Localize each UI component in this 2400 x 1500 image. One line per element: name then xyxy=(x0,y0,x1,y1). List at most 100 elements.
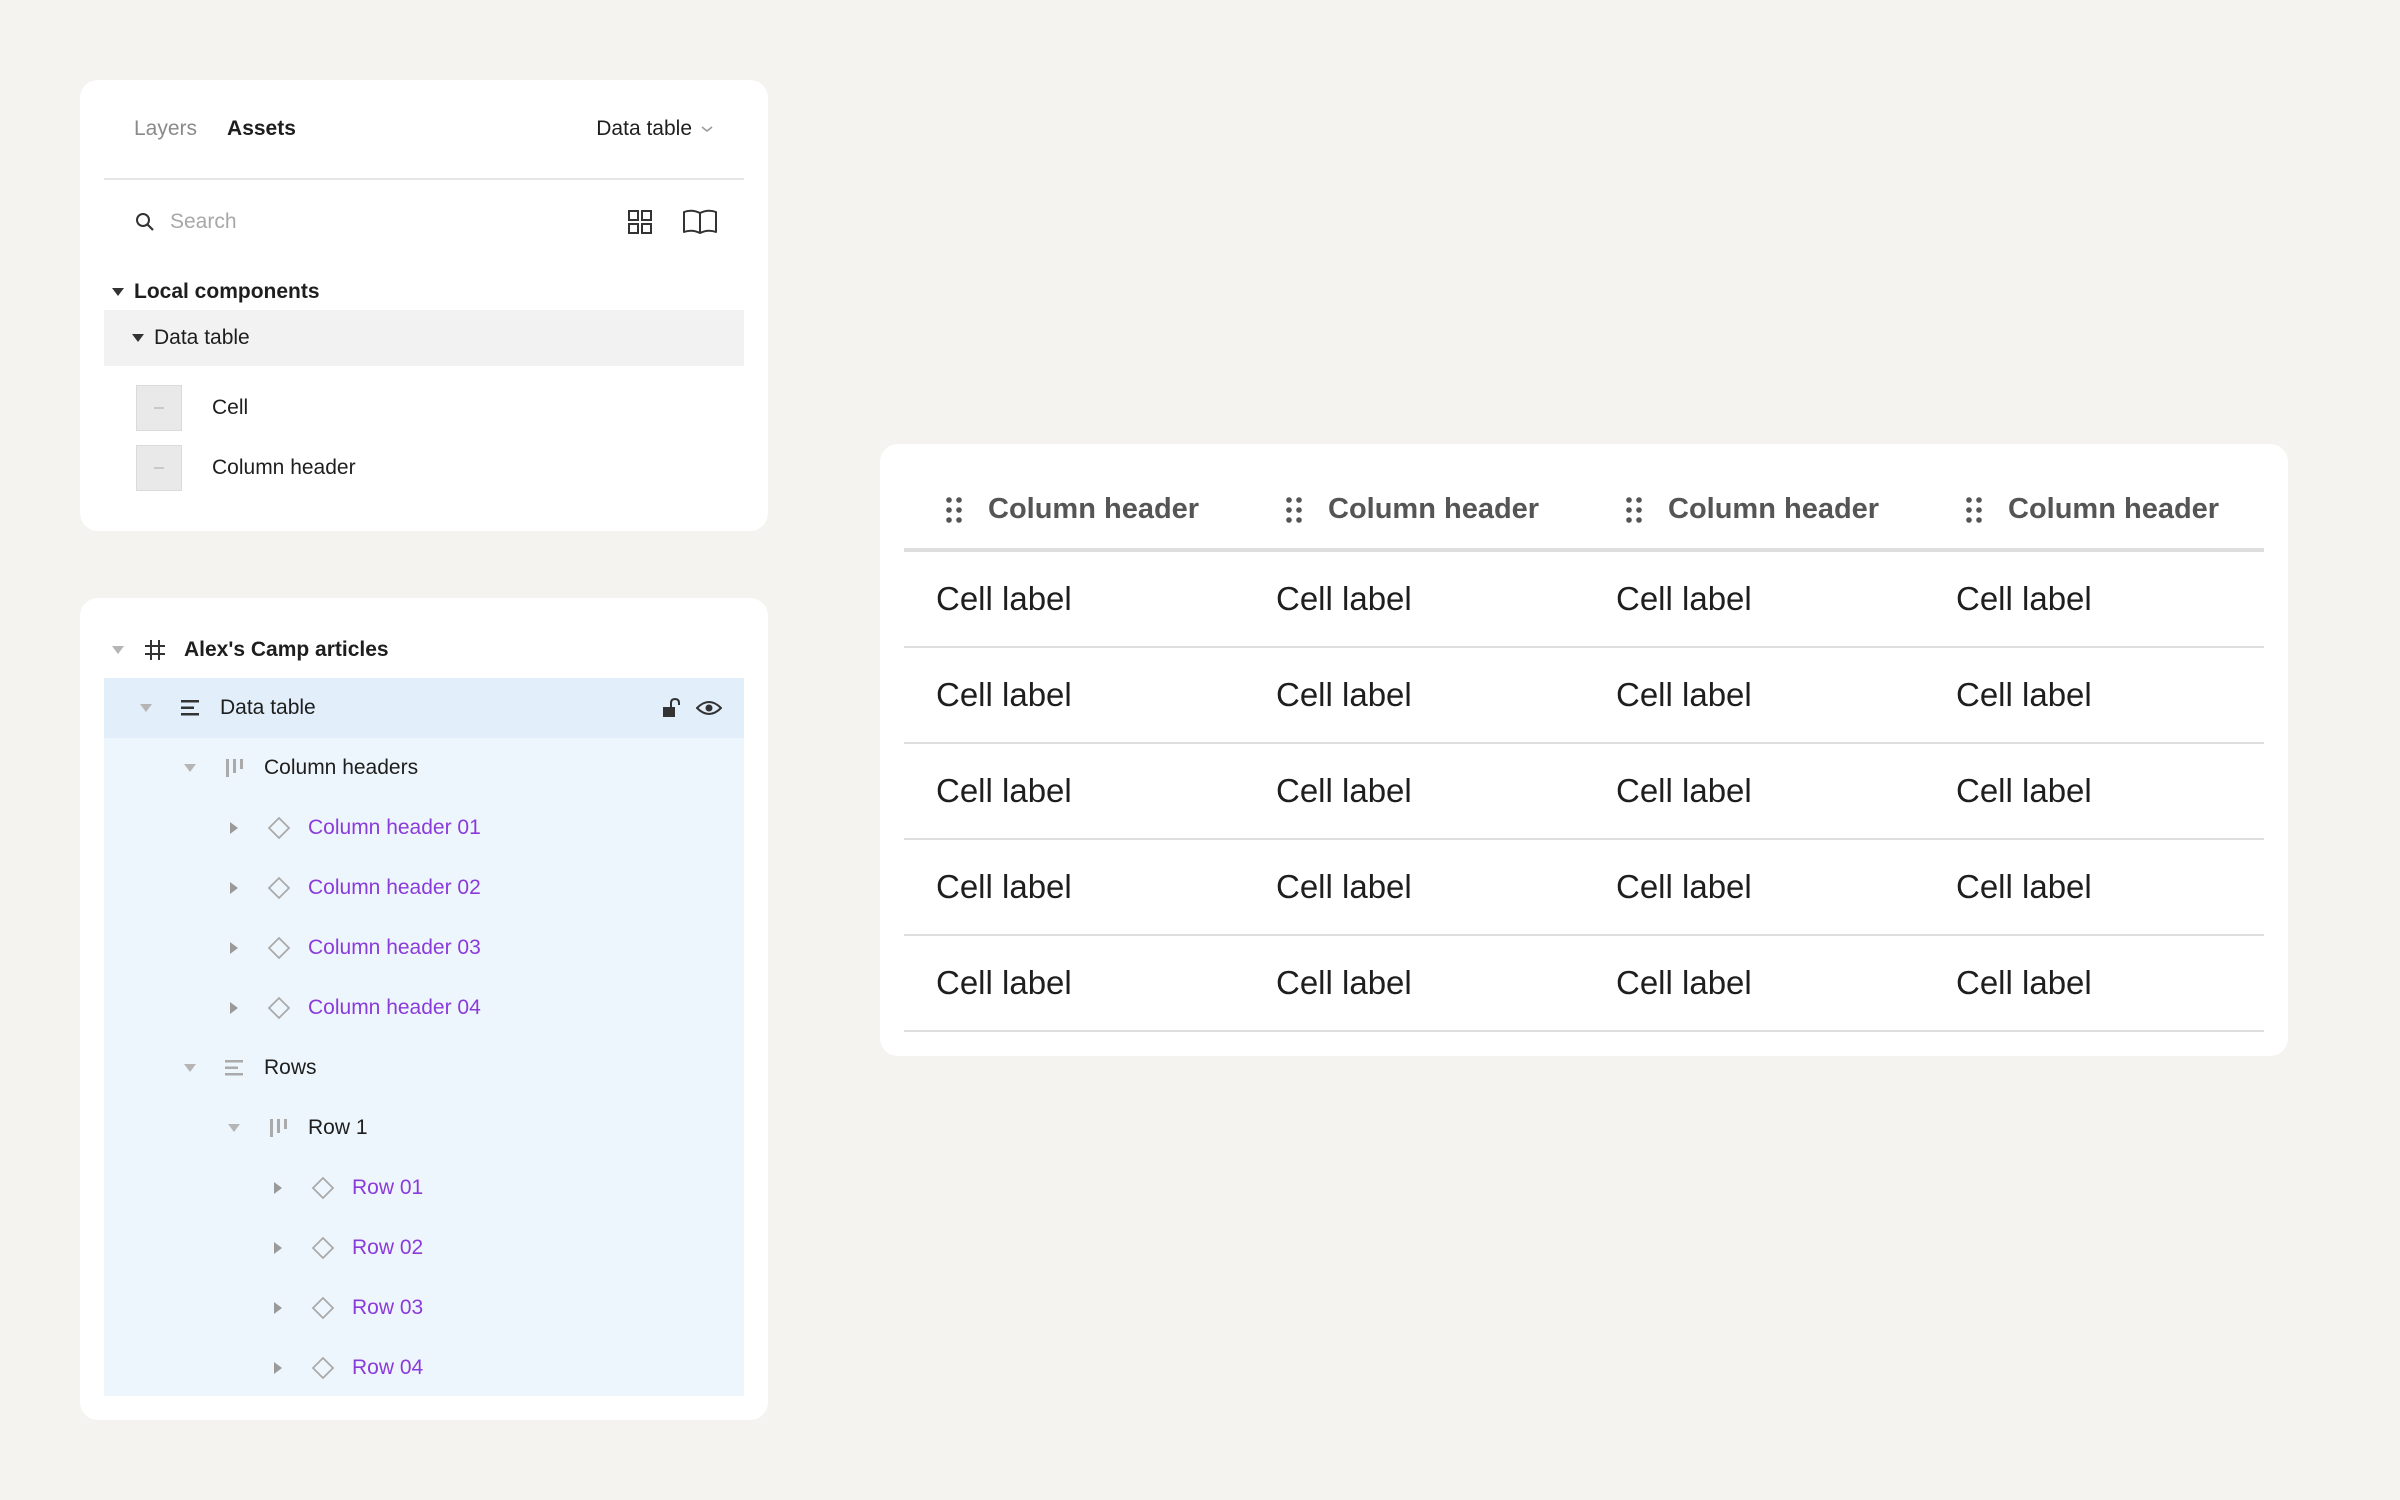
layer-label: Column header 03 xyxy=(308,936,481,959)
layer-label: Column header 01 xyxy=(308,816,481,839)
layer-label: Row 1 xyxy=(308,1116,368,1139)
eye-icon[interactable] xyxy=(696,699,722,717)
caret-down-icon xyxy=(132,334,144,342)
layer-row-data-table[interactable]: Data table xyxy=(104,678,744,738)
table-row: Cell label Cell label Cell label Cell la… xyxy=(904,840,2264,936)
caret-right-icon xyxy=(274,1302,282,1314)
component-label: Cell xyxy=(212,396,249,419)
component-instance-icon xyxy=(311,1356,335,1380)
table-cell[interactable]: Cell label xyxy=(904,676,1244,714)
column-header-label: Column header xyxy=(2008,493,2220,525)
component-instance-icon xyxy=(311,1176,335,1200)
drag-handle-icon[interactable] xyxy=(1282,495,1306,525)
drag-handle-icon[interactable] xyxy=(1962,495,1986,525)
table-cell[interactable]: Cell label xyxy=(1244,772,1584,810)
table-row: Cell label Cell label Cell label Cell la… xyxy=(904,744,2264,840)
caret-right-icon xyxy=(274,1362,282,1374)
layer-label: Column header 02 xyxy=(308,876,481,899)
layer-row-row-04[interactable]: Row 04 xyxy=(104,1338,744,1398)
layer-label: Data table xyxy=(220,696,316,719)
table-cell[interactable]: Cell label xyxy=(1584,868,1924,906)
table-cell[interactable]: Cell label xyxy=(1924,868,2264,906)
table-cell[interactable]: Cell label xyxy=(1924,676,2264,714)
vertical-stack-icon xyxy=(225,1060,243,1076)
layer-label: Row 01 xyxy=(352,1176,424,1199)
column-header[interactable]: Column header xyxy=(1584,493,1924,526)
table-cell[interactable]: Cell label xyxy=(904,580,1244,618)
caret-down-icon xyxy=(112,646,124,654)
local-components-label: Local components xyxy=(134,280,320,303)
caret-right-icon xyxy=(230,942,238,954)
table-cell[interactable]: Cell label xyxy=(1924,964,2264,1002)
tab-layers[interactable]: Layers xyxy=(134,117,197,141)
search-input[interactable] xyxy=(170,210,590,234)
component-instance-icon xyxy=(267,936,291,960)
component-thumbnail xyxy=(136,385,182,431)
tab-assets[interactable]: Assets xyxy=(227,117,296,141)
component-group-data-table[interactable]: Data table xyxy=(104,310,744,366)
layer-row-row-03[interactable]: Row 03 xyxy=(104,1278,744,1338)
library-select-label: Data table xyxy=(596,117,692,140)
column-header[interactable]: Column header xyxy=(1244,493,1584,526)
layer-label: Row 04 xyxy=(352,1356,424,1379)
data-table-frame: Column header Column header Column heade… xyxy=(880,444,2288,1056)
table-header-row: Column header Column header Column heade… xyxy=(904,444,2264,552)
table-cell[interactable]: Cell label xyxy=(1584,772,1924,810)
component-label: Column header xyxy=(212,456,356,479)
table-cell[interactable]: Cell label xyxy=(1924,772,2264,810)
column-header[interactable]: Column header xyxy=(1924,493,2264,526)
table-cell[interactable]: Cell label xyxy=(904,772,1244,810)
component-item-cell[interactable]: Cell xyxy=(136,384,248,432)
column-header-label: Column header xyxy=(1668,493,1880,525)
column-header[interactable]: Column header xyxy=(904,493,1244,526)
search-bar xyxy=(104,182,744,262)
caret-down-icon xyxy=(112,288,124,296)
library-button[interactable] xyxy=(682,204,718,240)
layer-row-row-1[interactable]: Row 1 xyxy=(104,1098,744,1158)
layer-row-row-02[interactable]: Row 02 xyxy=(104,1218,744,1278)
component-group-label: Data table xyxy=(154,326,250,349)
table-cell[interactable]: Cell label xyxy=(904,964,1244,1002)
frame-layer-row[interactable]: Alex's Camp articles xyxy=(112,628,389,672)
layer-row-column-headers[interactable]: Column headers xyxy=(104,738,744,798)
local-components-toggle[interactable]: Local components xyxy=(112,270,320,314)
horizontal-stack-icon xyxy=(226,759,243,777)
drag-handle-icon[interactable] xyxy=(1622,495,1646,525)
layer-tree: Data table Column headers Column header … xyxy=(104,678,744,1396)
layer-label: Rows xyxy=(264,1056,317,1079)
layer-label: Row 03 xyxy=(352,1296,424,1319)
layer-label: Column headers xyxy=(264,756,419,779)
layer-row-rows[interactable]: Rows xyxy=(104,1038,744,1098)
table-cell[interactable]: Cell label xyxy=(904,868,1244,906)
layer-row-column-header-02[interactable]: Column header 02 xyxy=(104,858,744,918)
assets-panel: Layers Assets Data table Local co xyxy=(80,80,768,531)
table-cell[interactable]: Cell label xyxy=(1584,580,1924,618)
caret-down-icon xyxy=(184,764,196,772)
grid-icon xyxy=(628,210,652,234)
layer-row-tools xyxy=(660,697,722,719)
table-cell[interactable]: Cell label xyxy=(1244,676,1584,714)
library-select[interactable]: Data table xyxy=(596,117,714,141)
table-cell[interactable]: Cell label xyxy=(1584,676,1924,714)
table-cell[interactable]: Cell label xyxy=(1244,964,1584,1002)
component-instance-icon xyxy=(311,1236,335,1260)
layer-row-column-header-04[interactable]: Column header 04 xyxy=(104,978,744,1038)
component-instance-icon xyxy=(311,1296,335,1320)
grid-view-button[interactable] xyxy=(622,204,658,240)
layers-panel: Alex's Camp articles Data table Column h… xyxy=(80,598,768,1420)
table-cell[interactable]: Cell label xyxy=(1584,964,1924,1002)
table-cell[interactable]: Cell label xyxy=(1924,580,2264,618)
table-cell[interactable]: Cell label xyxy=(1244,868,1584,906)
component-instance-icon xyxy=(267,816,291,840)
component-item-column-header[interactable]: Column header xyxy=(136,444,356,492)
drag-handle-icon[interactable] xyxy=(942,495,966,525)
unlock-icon[interactable] xyxy=(660,697,682,719)
table-row: Cell label Cell label Cell label Cell la… xyxy=(904,552,2264,648)
caret-right-icon xyxy=(274,1182,282,1194)
layer-row-column-header-03[interactable]: Column header 03 xyxy=(104,918,744,978)
caret-right-icon xyxy=(230,1002,238,1014)
table-cell[interactable]: Cell label xyxy=(1244,580,1584,618)
layer-row-row-01[interactable]: Row 01 xyxy=(104,1158,744,1218)
layer-label: Row 02 xyxy=(352,1236,424,1259)
layer-row-column-header-01[interactable]: Column header 01 xyxy=(104,798,744,858)
